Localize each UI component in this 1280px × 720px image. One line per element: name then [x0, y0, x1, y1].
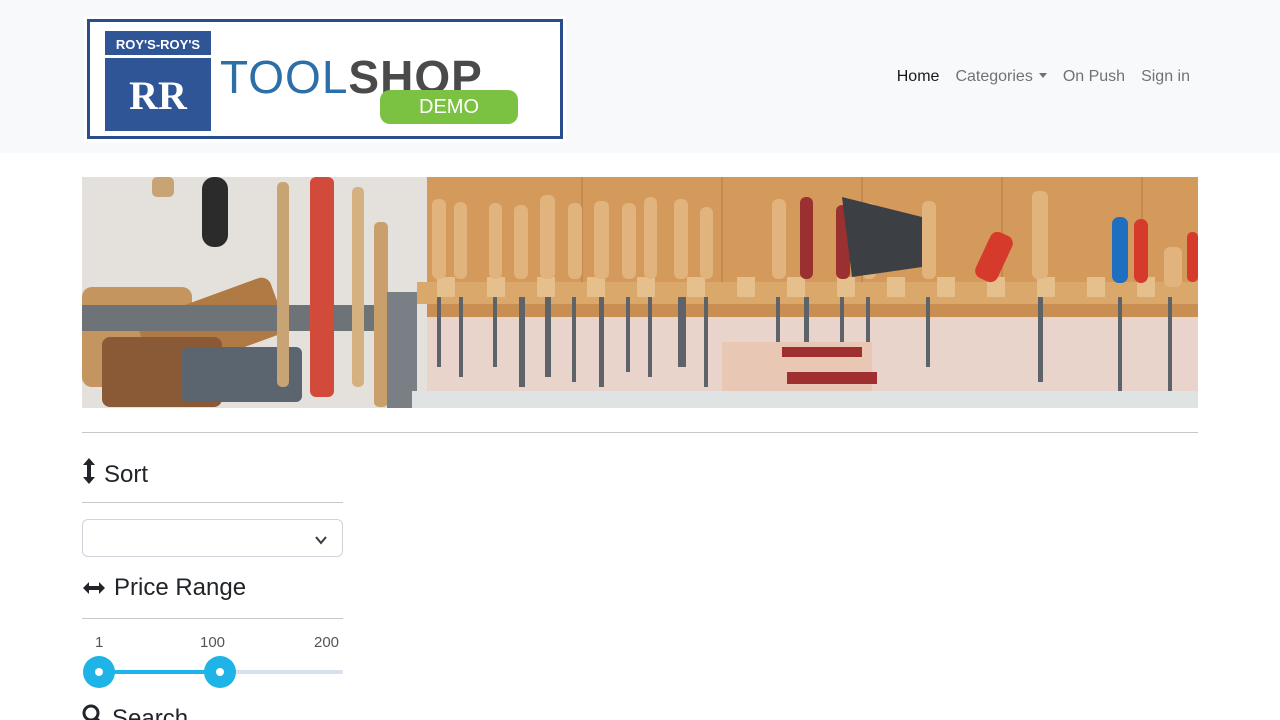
price-range-divider [82, 618, 343, 619]
horizontal-arrows-icon [82, 574, 106, 602]
section-divider [82, 432, 1198, 433]
nav-categories-dropdown[interactable]: Categories [955, 66, 1047, 88]
price-min-label: 1 [95, 634, 104, 651]
caret-down-icon [1038, 73, 1047, 78]
price-current-max-label: 100 [200, 634, 226, 651]
nav-on-push[interactable]: On Push [1063, 66, 1125, 88]
main-nav: Home Categories On Push Sign in [897, 66, 1190, 88]
sort-divider [82, 502, 343, 503]
price-max-label: 200 [314, 634, 340, 651]
price-range-heading: Price Range [82, 574, 246, 602]
price-range-title: Price Range [114, 574, 247, 601]
workshop-tools-banner-image [82, 177, 1198, 408]
price-range-slider[interactable]: 1 100 200 [82, 634, 343, 694]
search-icon [82, 704, 104, 720]
logo-badge-initials: RR [129, 73, 187, 118]
logo-word-tool: TOOL [220, 51, 349, 103]
chevron-down-icon [314, 532, 328, 551]
slider-min-handle[interactable] [83, 656, 115, 688]
nav-sign-in[interactable]: Sign in [1141, 66, 1190, 88]
nav-home[interactable]: Home [897, 66, 940, 88]
toolshop-logo[interactable]: ROY'S-ROY'S RR TOOLSHOP DEMO [84, 16, 566, 142]
logo-frame: ROY'S-ROY'S RR TOOLSHOP DEMO [87, 19, 563, 139]
slider-max-handle[interactable] [204, 656, 237, 688]
sort-heading: Sort [82, 457, 148, 492]
logo-demo-badge: DEMO [380, 90, 518, 124]
navbar: ROY'S-ROY'S RR TOOLSHOP DEMO Home Catego… [0, 0, 1280, 153]
logo-badge-top-text: ROY'S-ROY'S [105, 31, 211, 58]
sort-vertical-arrows-icon [82, 457, 96, 492]
sort-select[interactable] [82, 519, 343, 557]
sort-title: Sort [104, 460, 149, 488]
search-heading: Search [82, 704, 188, 720]
search-title: Search [112, 704, 189, 720]
logo-badge: ROY'S-ROY'S RR [105, 31, 211, 131]
slider-selected-range [99, 670, 221, 674]
nav-categories-label: Categories [955, 68, 1033, 85]
